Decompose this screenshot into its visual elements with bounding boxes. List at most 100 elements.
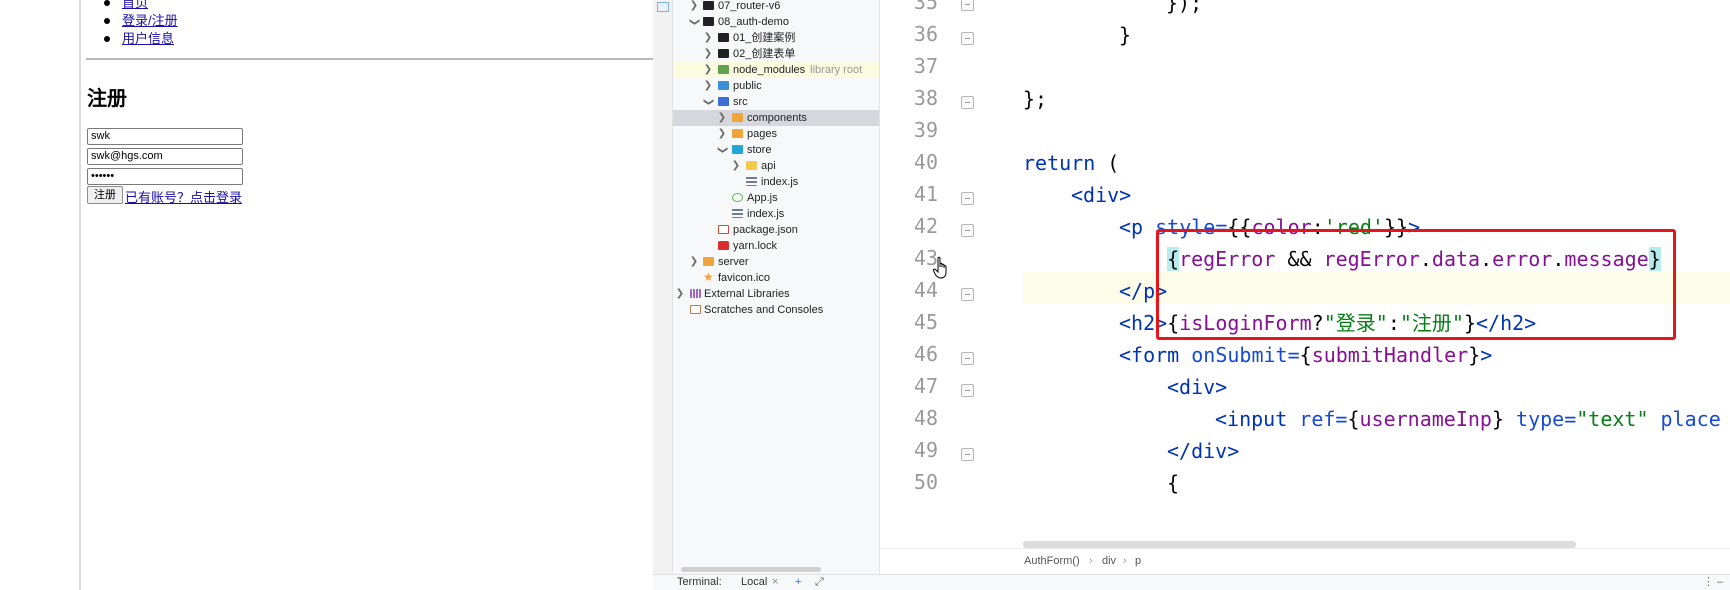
- chevron-right-icon: ❯: [689, 256, 699, 267]
- editor-gutter: 35 36 37 38 39 40 41 42 43 44 45 46 47 4…: [880, 0, 1023, 548]
- lock-file-icon: [718, 241, 729, 250]
- add-terminal-icon[interactable]: +: [795, 575, 801, 590]
- nav-link-user-info[interactable]: 用户信息: [122, 31, 174, 46]
- tree-item[interactable]: yarn.lock: [673, 238, 879, 254]
- line-number: 35: [913, 0, 938, 14]
- tree-item-label: store: [747, 144, 772, 156]
- js-file-icon: [732, 209, 743, 218]
- fold-marker-icon[interactable]: [961, 224, 974, 237]
- json-file-icon: [718, 225, 729, 234]
- chevron-down-icon: ❯: [703, 97, 714, 107]
- tree-item-selected[interactable]: ❯ components: [673, 110, 879, 126]
- tree-item-label: 01_创建案例: [733, 32, 796, 44]
- line-number: 36: [913, 22, 938, 46]
- page-border: [79, 0, 81, 590]
- breadcrumb: AuthForm() › div › p: [880, 548, 1730, 574]
- tree-item-label: src: [733, 96, 748, 108]
- username-input[interactable]: swk: [87, 128, 243, 145]
- terminal-tab-local[interactable]: Local: [741, 575, 767, 590]
- tree-item-label: Scratches and Consoles: [704, 304, 824, 316]
- page-title: 注册: [87, 88, 127, 110]
- more-options-icon[interactable]: ⋮: [1703, 575, 1714, 590]
- register-button[interactable]: 注册: [87, 186, 123, 204]
- folder-icon: [718, 49, 729, 58]
- tree-item-label: package.json: [733, 224, 798, 236]
- fold-marker-icon[interactable]: [961, 288, 974, 301]
- tool-window-strip: [653, 0, 673, 590]
- tree-item[interactable]: ❯ 08_auth-demo: [673, 14, 879, 30]
- line-number: 48: [913, 406, 938, 430]
- tree-item-label: components: [747, 112, 807, 124]
- tree-item-label: node_modules: [733, 64, 806, 76]
- chevron-down-icon: ❯: [689, 17, 700, 27]
- tree-item-label: favicon.ico: [718, 272, 770, 284]
- close-icon[interactable]: ×: [772, 575, 778, 590]
- nav-item-login: 登录/注册: [104, 12, 178, 30]
- terminal-tab-bar: Terminal: Local × + ⤢ ⋮ –: [653, 574, 1730, 590]
- tree-item-label: 08_auth-demo: [718, 16, 789, 28]
- tree-item-label: 02_创建表单: [733, 48, 796, 60]
- tree-item-label: pages: [747, 128, 777, 140]
- line-number: 40: [913, 150, 938, 174]
- chevron-right-icon: ❯: [675, 288, 685, 299]
- folder-icon: [718, 65, 729, 74]
- editor-horizontal-scrollbar[interactable]: [1023, 541, 1576, 548]
- fold-marker-icon[interactable]: [961, 0, 974, 11]
- library-icon: [690, 289, 701, 298]
- fold-marker-icon[interactable]: [961, 96, 974, 109]
- tree-item[interactable]: ❯ src: [673, 94, 879, 110]
- project-tool-icon[interactable]: [657, 2, 669, 12]
- email-input[interactable]: swk@hgs.com: [87, 148, 243, 165]
- tree-item[interactable]: index.js: [673, 206, 879, 222]
- tree-item[interactable]: ❯ 01_创建案例: [673, 30, 879, 46]
- tree-item[interactable]: ❯ node_modules library root: [673, 62, 879, 78]
- line-number: 39: [913, 118, 938, 142]
- password-input[interactable]: ••••••: [87, 168, 243, 185]
- breadcrumb-item[interactable]: p: [1135, 549, 1141, 573]
- fold-marker-icon[interactable]: [961, 32, 974, 45]
- fold-marker-icon[interactable]: [961, 384, 974, 397]
- highlight-box: [1156, 229, 1676, 340]
- tree-item[interactable]: ❯ server: [673, 254, 879, 270]
- minimize-icon[interactable]: –: [1717, 575, 1723, 590]
- line-number: 37: [913, 54, 938, 78]
- tree-scrollbar[interactable]: [681, 567, 821, 572]
- line-number: 44: [913, 278, 938, 302]
- scratches-icon: [690, 305, 701, 314]
- nav-link-home[interactable]: 首页: [122, 0, 148, 10]
- folder-icon: [703, 1, 714, 10]
- tree-item[interactable]: ❯ 02_创建表单: [673, 46, 879, 62]
- chevron-down-icon[interactable]: ⤢: [815, 575, 824, 590]
- fold-marker-icon[interactable]: [961, 448, 974, 461]
- folder-icon: [732, 113, 743, 122]
- tree-item[interactable]: ❯ 07_router-v6: [673, 0, 879, 14]
- line-number: 50: [913, 470, 938, 494]
- tree-item-label: index.js: [747, 208, 785, 220]
- line-number: 49: [913, 438, 938, 462]
- tree-item[interactable]: index.js: [673, 174, 879, 190]
- tree-item[interactable]: package.json: [673, 222, 879, 238]
- tree-item[interactable]: Scratches and Consoles: [673, 302, 879, 318]
- tree-item-label: yarn.lock: [733, 240, 778, 252]
- tree-item[interactable]: ❯ External Libraries: [673, 286, 879, 302]
- login-link[interactable]: 已有账号？点击登录: [125, 187, 242, 206]
- fold-marker-icon[interactable]: [961, 192, 974, 205]
- code-line-40: return (: [1023, 151, 1120, 175]
- folder-icon: [718, 33, 729, 42]
- tree-item[interactable]: ❯ api: [673, 158, 879, 174]
- tree-item[interactable]: ★ favicon.ico: [673, 270, 879, 286]
- nav-link-login-register[interactable]: 登录/注册: [122, 13, 178, 28]
- breadcrumb-item[interactable]: div: [1102, 549, 1116, 573]
- code-editor[interactable]: }); } }; return ( <div> <p style={{color…: [1023, 0, 1730, 548]
- tree-item[interactable]: ❯ pages: [673, 126, 879, 142]
- project-tree: ❯ 07_router-v6 ❯ 08_auth-demo ❯ 01_创建案例 …: [673, 0, 880, 574]
- code-line-50: {: [1167, 471, 1180, 495]
- tree-item-label: server: [718, 256, 749, 268]
- react-file-icon: [732, 193, 743, 202]
- code-line-41: <div>: [1071, 183, 1132, 207]
- tree-item[interactable]: ❯ public: [673, 78, 879, 94]
- tree-item[interactable]: App.js: [673, 190, 879, 206]
- fold-marker-icon[interactable]: [961, 352, 974, 365]
- breadcrumb-item[interactable]: AuthForm(): [1024, 549, 1080, 573]
- tree-item[interactable]: ❯ store: [673, 142, 879, 158]
